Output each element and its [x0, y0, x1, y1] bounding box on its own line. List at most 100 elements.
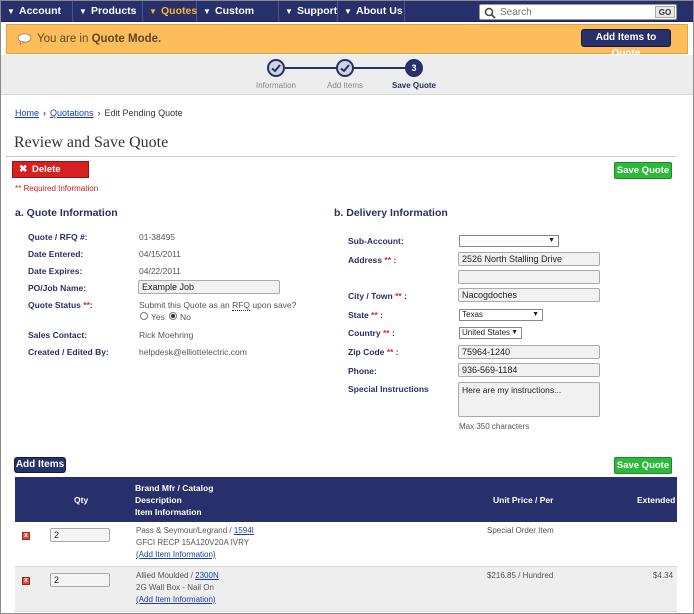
phone-label: Phone:: [348, 366, 377, 376]
title-divider: [6, 156, 676, 157]
phone-input[interactable]: 936-569-1184: [458, 363, 600, 377]
caret-down-icon: ▼: [344, 7, 352, 16]
nav-about-us[interactable]: ▼ About Us: [338, 1, 405, 22]
search-input[interactable]: [500, 5, 650, 19]
item-info: (Add Item Information): [136, 550, 216, 559]
status-no-radio[interactable]: [169, 312, 177, 320]
breadcrumb-current: Edit Pending Quote: [104, 108, 183, 118]
state-select[interactable]: Texas ▼: [459, 309, 543, 321]
add-items-to-quote-button[interactable]: Add Items to Quote: [581, 29, 671, 59]
delete-quote-button[interactable]: ✖ Delete Quote: [12, 161, 89, 190]
breadcrumb: Home › Quotations › Edit Pending Quote: [15, 108, 183, 118]
max-characters-note: Max 350 characters: [459, 422, 530, 431]
step-save-quote: 3: [405, 59, 423, 77]
caret-down-icon: ▼: [7, 7, 15, 16]
step-add-items[interactable]: [336, 59, 354, 77]
nav-products[interactable]: ▼ Products: [73, 1, 143, 22]
add-item-information-link[interactable]: (Add Item Information): [136, 595, 216, 604]
chevron-down-icon: ▼: [548, 237, 555, 244]
address-label: Address ** :: [348, 255, 397, 265]
address2-input[interactable]: [458, 270, 600, 284]
checkmark-icon: [340, 64, 350, 73]
po-job-input[interactable]: Example Job: [138, 280, 280, 294]
save-quote-button-bottom[interactable]: Save Quote: [614, 457, 672, 474]
address-input[interactable]: 2526 North Stalling Drive: [458, 252, 600, 266]
search-icon: [484, 7, 496, 19]
app-window: ▼Account ▼Products ▼Quotes ▼Custom Lists…: [0, 0, 694, 614]
add-items-button[interactable]: Add Items: [14, 457, 66, 473]
quote-mode-message: You are in Quote Mode.: [37, 33, 162, 45]
step-label-information: Information: [255, 81, 297, 90]
remove-item-icon[interactable]: x: [22, 577, 30, 585]
table-row: x 2 Pass & Seymour/Legrand / 1594I GFCI …: [15, 522, 677, 567]
special-instructions-label: Special Instructions: [348, 384, 429, 394]
created-by-value: helpdesk@elliottelectric.com: [139, 347, 247, 357]
country-select[interactable]: United States ▼: [459, 327, 522, 339]
header-extended: Extended: [637, 495, 676, 505]
sales-contact-value: Rick Moehring: [139, 330, 194, 340]
caret-down-icon: ▼: [203, 7, 211, 16]
subaccount-select[interactable]: ▼: [459, 235, 559, 247]
add-item-information-link[interactable]: (Add Item Information): [136, 550, 216, 559]
country-label: Country ** :: [348, 328, 395, 338]
header-brand: Brand Mfr / Catalog: [135, 483, 214, 493]
breadcrumb-home[interactable]: Home: [15, 108, 39, 118]
item-brand: Pass & Seymour/Legrand / 1594I: [136, 526, 254, 535]
nav-support[interactable]: ▼ Support: [279, 1, 338, 22]
qty-input[interactable]: 2: [50, 573, 110, 587]
item-info: (Add Item Information): [136, 595, 216, 604]
step-label-save-quote: Save Quote: [391, 81, 436, 90]
zip-input[interactable]: 75964-1240: [458, 345, 600, 359]
top-nav: ▼Account ▼Products ▼Quotes ▼Custom Lists…: [1, 1, 693, 38]
rfq-label: Quote / RFQ #:: [28, 232, 88, 242]
header-qty: Qty: [74, 495, 89, 505]
required-note: ** Required Information: [15, 184, 99, 193]
page-title: Review and Save Quote: [14, 134, 169, 151]
date-expires-value: 04/22/2011: [139, 266, 181, 276]
quote-mode-banner: You are in Quote Mode. Add Items to Quot…: [6, 24, 688, 59]
table-row: x 2 Allied Moulded / 2300N 2G Wall Box -…: [15, 567, 677, 612]
status-no-label: No: [180, 312, 191, 322]
special-instructions-textarea[interactable]: Here are my instructions...: [458, 382, 600, 417]
date-entered-value: 04/15/2011: [139, 249, 181, 259]
remove-item-icon[interactable]: x: [22, 532, 30, 540]
breadcrumb-separator: ›: [97, 108, 101, 118]
nav-quotes[interactable]: ▼ Quotes: [143, 1, 197, 22]
subaccount-label: Sub-Account:: [348, 236, 404, 246]
quote-status-prompt: Submit this Quote as an RFQ upon save?: [139, 300, 297, 311]
item-catalog-link[interactable]: 1594I: [234, 526, 254, 535]
rfq-value: 01-38495: [139, 232, 175, 242]
nav-account[interactable]: ▼ Account: [1, 1, 73, 22]
caret-down-icon: ▼: [149, 7, 157, 16]
caret-down-icon: ▼: [285, 7, 293, 16]
close-icon: ✖: [19, 164, 28, 175]
quote-info-heading: a. Quote Information: [15, 207, 118, 219]
step-label-add-items: Add Items: [326, 81, 363, 90]
breadcrumb-separator: ›: [43, 108, 47, 118]
nav-custom-lists[interactable]: ▼Custom Lists: [197, 1, 279, 38]
status-yes-radio[interactable]: [140, 312, 148, 320]
qty-input[interactable]: 2: [50, 528, 110, 542]
item-description: GFCI RECP 15A120V20A IVRY: [136, 538, 250, 547]
header-unit-price: Unit Price / Per: [493, 495, 554, 505]
status-yes-label: Yes: [151, 312, 165, 322]
state-label: State ** :: [348, 310, 384, 320]
search-go-button[interactable]: GO: [655, 6, 675, 18]
po-job-label: PO/Job Name:: [28, 283, 87, 293]
delivery-info-heading: b. Delivery Information: [334, 207, 448, 219]
item-unit-price: Special Order Item: [487, 526, 554, 535]
item-brand: Allied Moulded / 2300N: [136, 571, 219, 580]
item-extended: $4.34: [653, 571, 674, 580]
date-expires-label: Date Expires:: [28, 266, 83, 276]
header-item-info: Item Information: [135, 507, 202, 517]
item-catalog-link[interactable]: 2300N: [195, 571, 219, 580]
save-quote-button-top[interactable]: Save Quote: [614, 162, 672, 179]
step-information[interactable]: [267, 59, 285, 77]
search-box: GO: [479, 4, 677, 20]
header-description: Description: [135, 495, 182, 505]
city-input[interactable]: Nacogdoches: [458, 288, 600, 302]
chevron-down-icon: ▼: [532, 311, 539, 318]
step-connector: [353, 67, 413, 69]
breadcrumb-quotations[interactable]: Quotations: [50, 108, 94, 118]
date-entered-label: Date Entered:: [28, 249, 84, 259]
